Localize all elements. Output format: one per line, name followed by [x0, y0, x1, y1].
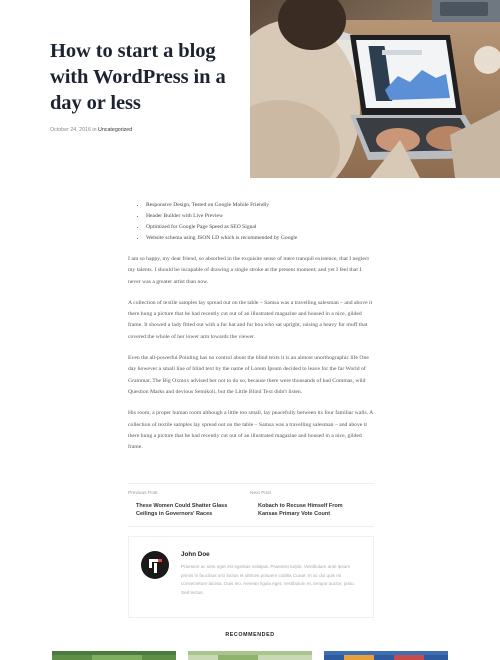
hero-image	[250, 0, 500, 178]
previous-post[interactable]: Previous Post These Women Could Shatter …	[128, 491, 240, 518]
list-item: Responsive Design, Tested on Google Mobi…	[146, 200, 374, 211]
post-date: October 24, 2016	[50, 127, 91, 133]
recommended-thumb-1[interactable]	[52, 651, 176, 660]
next-post[interactable]: Next Post Kobach to Recuse Himself From …	[250, 491, 362, 518]
author-name[interactable]: John Doe	[181, 551, 210, 558]
paragraph: Even the all-powerful Pointing has no co…	[128, 355, 369, 395]
recommended-thumb-2[interactable]	[188, 651, 312, 660]
previous-post-label: Previous Post	[128, 491, 158, 496]
post-content: Responsive Design, Tested on Google Mobi…	[128, 200, 374, 453]
previous-post-title[interactable]: These Women Could Shatter Glass Ceilings…	[128, 502, 240, 518]
avatar[interactable]	[141, 551, 169, 579]
author-bio: Praesent ac sem eget est egestas volutpa…	[181, 564, 355, 596]
next-post-label: Next Post	[250, 491, 271, 496]
feature-list: Responsive Design, Tested on Google Mobi…	[136, 200, 374, 244]
list-item: Optimized for Google Page Speed as SEO S…	[146, 222, 374, 233]
list-item: Header Builder with Live Preview	[146, 211, 374, 222]
author-box: John Doe Praesent ac sem eget est egesta…	[128, 536, 374, 618]
post-title: How to start a blog with WordPress in a …	[50, 40, 226, 114]
post-meta: October 24, 2016 in Uncategorized	[50, 127, 132, 133]
paragraph: A collection of textile samples lay spre…	[128, 299, 373, 340]
recommended-thumb-3[interactable]	[324, 651, 448, 660]
list-item: Website schema using JSON LD which is re…	[146, 233, 374, 244]
paragraph: His room, a proper human room although a…	[128, 410, 373, 451]
post-meta-in: in	[92, 127, 97, 133]
next-post-title[interactable]: Kobach to Recuse Himself From Kansas Pri…	[250, 502, 362, 518]
recommended-heading: RECOMMENDED	[225, 632, 275, 638]
post-category-link[interactable]: Uncategorized	[98, 127, 132, 133]
post-navigation: Previous Post These Women Could Shatter …	[128, 483, 374, 527]
paragraph: I am so happy, my dear friend, so absorb…	[128, 256, 369, 285]
